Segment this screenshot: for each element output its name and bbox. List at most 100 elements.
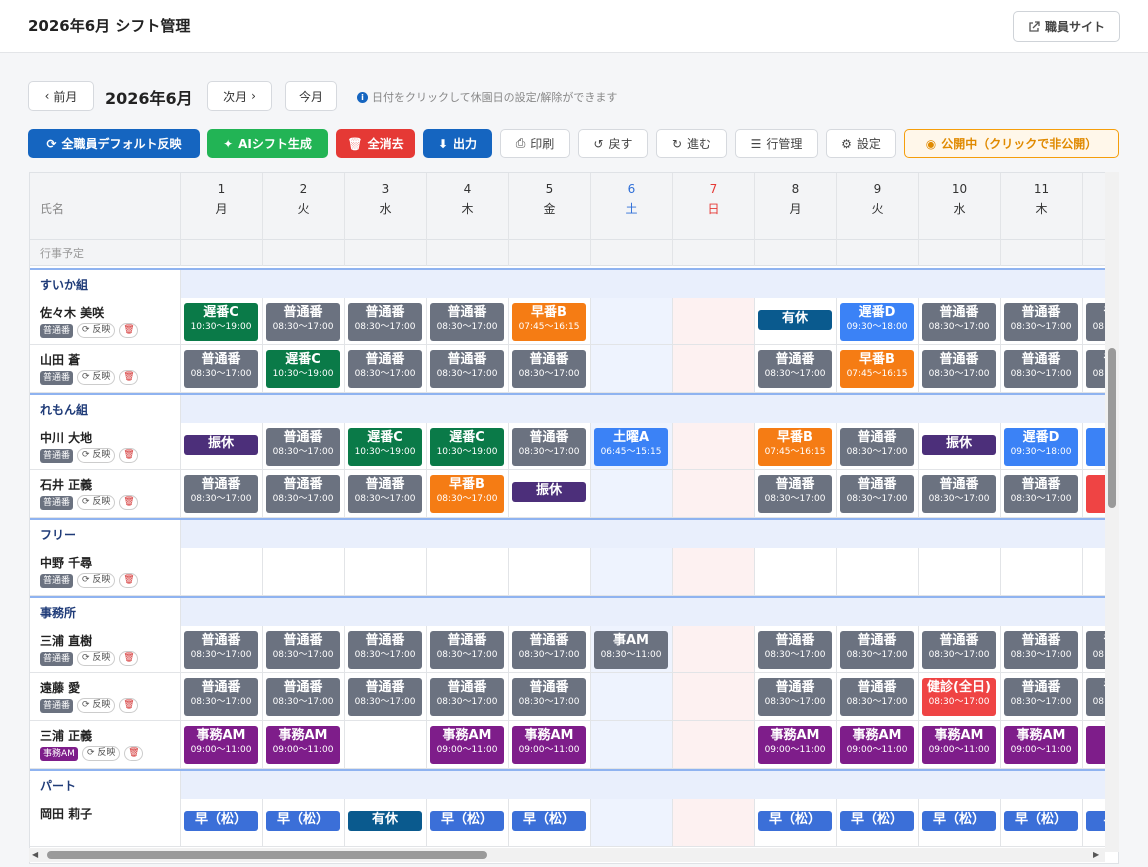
shift-cell[interactable]: 普通番 08:30〜17:00: [263, 673, 345, 720]
shift-cell[interactable]: 普通番 08:30〜17:00: [345, 673, 427, 720]
shift-cell[interactable]: 普通番 08:30〜17:00: [181, 673, 263, 720]
shift-chip[interactable]: 事務AM 09:00〜11:00: [512, 726, 586, 764]
shift-chip[interactable]: 普通番 08:30〜17:00: [922, 475, 996, 513]
default-shift-tag[interactable]: 普通番: [40, 495, 74, 510]
shift-cell[interactable]: 事務AM 09:00〜11:00: [181, 721, 263, 768]
shift-cell[interactable]: [673, 423, 755, 469]
shift-cell[interactable]: 事務AM 09:00〜11:00: [837, 721, 919, 768]
shift-chip[interactable]: 有休: [758, 310, 832, 330]
shift-chip[interactable]: 事務AM 09:00〜11:00: [430, 726, 504, 764]
shift-cell[interactable]: 普通番 08:30〜17:00: [509, 423, 591, 469]
shift-chip[interactable]: 早（松）: [512, 811, 586, 831]
shift-chip[interactable]: 普通番 08:30〜17:00: [430, 678, 504, 716]
shift-chip[interactable]: 普通番 08:30〜17:00: [1004, 475, 1078, 513]
shift-chip[interactable]: 土曜A 06:45〜15:15: [594, 428, 668, 466]
shift-cell[interactable]: 普通番 08:30〜17:00: [509, 673, 591, 720]
shift-cell[interactable]: 普通番 08:30〜17:00: [263, 423, 345, 469]
day-header-6[interactable]: 6土: [591, 173, 673, 240]
shift-cell[interactable]: 有休: [345, 799, 427, 846]
shift-cell[interactable]: 遅番C 10:30〜19:00: [427, 423, 509, 469]
shift-chip[interactable]: 遅番C 10:30〜19:00: [348, 428, 422, 466]
shift-chip[interactable]: 普通番 08:30〜17:00: [430, 303, 504, 341]
vertical-scrollbar[interactable]: [1105, 172, 1119, 852]
row-manage-button[interactable]: ☰ 行管理: [735, 129, 818, 158]
event-cell[interactable]: [837, 240, 919, 266]
reflect-button[interactable]: ⟳ 反映: [77, 698, 116, 713]
shift-chip[interactable]: 普通番 08:30〜17:00: [266, 303, 340, 341]
publish-toggle-button[interactable]: ◉ 公開中（クリックで非公開）: [904, 129, 1119, 158]
shift-chip[interactable]: 早番B 07:45〜16:15: [758, 428, 832, 466]
delete-row-button[interactable]: 🗑: [119, 495, 139, 510]
shift-cell[interactable]: 普通番 08:30〜17:00: [345, 345, 427, 392]
shift-chip[interactable]: 普通番 08:30〜17:00: [348, 303, 422, 341]
shift-cell[interactable]: 普通番 08:30〜17:00: [181, 626, 263, 672]
staff-site-button[interactable]: 職員サイト: [1013, 11, 1120, 42]
shift-chip[interactable]: 早番B 08:30〜17:00: [430, 475, 504, 513]
shift-cell[interactable]: 早（松）: [837, 799, 919, 846]
shift-chip[interactable]: 普通番 08:30〜17:00: [266, 475, 340, 513]
shift-cell[interactable]: 普通番 08:30〜17:00: [181, 345, 263, 392]
shift-chip[interactable]: 普通番 08:30〜17:00: [184, 631, 258, 669]
shift-cell[interactable]: 早（松）: [1001, 799, 1083, 846]
next-month-button[interactable]: 次月 ›: [207, 81, 272, 111]
shift-cell[interactable]: [591, 298, 673, 344]
shift-cell[interactable]: 事務AM 09:00〜11:00: [427, 721, 509, 768]
delete-row-button[interactable]: 🗑: [119, 573, 139, 588]
shift-cell[interactable]: [591, 548, 673, 595]
shift-cell[interactable]: [673, 626, 755, 672]
reflect-button[interactable]: ⟳ 反映: [77, 448, 116, 463]
shift-chip[interactable]: 普通番 08:30〜17:00: [840, 631, 914, 669]
default-shift-tag[interactable]: 普通番: [40, 573, 74, 588]
shift-cell[interactable]: 事務AM 09:00〜11:00: [755, 721, 837, 768]
shift-cell[interactable]: 普通番 08:30〜17:00: [263, 298, 345, 344]
shift-cell[interactable]: 早（松）: [181, 799, 263, 846]
reflect-button[interactable]: ⟳ 反映: [77, 573, 116, 588]
shift-cell[interactable]: [673, 298, 755, 344]
day-header-7[interactable]: 7日: [673, 173, 755, 240]
shift-cell[interactable]: 振休: [919, 423, 1001, 469]
shift-chip[interactable]: 早（松）: [266, 811, 340, 831]
vertical-scroll-thumb[interactable]: [1108, 348, 1116, 508]
shift-cell[interactable]: 事務AM 09:00〜11:00: [1001, 721, 1083, 768]
shift-chip[interactable]: 普通番 08:30〜17:00: [348, 678, 422, 716]
shift-chip[interactable]: 早（松）: [430, 811, 504, 831]
horizontal-scroll-thumb[interactable]: [47, 851, 487, 859]
shift-chip[interactable]: 早（松）: [922, 811, 996, 831]
shift-chip[interactable]: 早番B 07:45〜16:15: [840, 350, 914, 388]
shift-cell[interactable]: [263, 548, 345, 595]
shift-chip[interactable]: 普通番 08:30〜17:00: [430, 631, 504, 669]
shift-chip[interactable]: 事務AM 09:00〜11:00: [922, 726, 996, 764]
shift-cell[interactable]: 普通番 08:30〜17:00: [509, 626, 591, 672]
reflect-button[interactable]: ⟳ 反映: [77, 323, 116, 338]
shift-chip[interactable]: 普通番 08:30〜17:00: [512, 428, 586, 466]
shift-chip[interactable]: 遅番D 09:30〜18:00: [1004, 428, 1078, 466]
shift-cell[interactable]: 普通番 08:30〜17:00: [755, 470, 837, 517]
shift-chip[interactable]: 早番B 07:45〜16:15: [512, 303, 586, 341]
shift-chip[interactable]: 普通番 08:30〜17:00: [266, 678, 340, 716]
shift-cell[interactable]: [755, 548, 837, 595]
event-cell[interactable]: [755, 240, 837, 266]
shift-chip[interactable]: 事務AM 09:00〜11:00: [184, 726, 258, 764]
export-button[interactable]: ⬇ 出力: [423, 129, 492, 158]
shift-cell[interactable]: [345, 548, 427, 595]
shift-cell[interactable]: [591, 470, 673, 517]
delete-row-button[interactable]: 🗑: [119, 323, 139, 338]
shift-chip[interactable]: 普通番 08:30〜17:00: [922, 350, 996, 388]
day-header-5[interactable]: 5金: [509, 173, 591, 240]
print-button[interactable]: ⎙ 印刷: [500, 129, 570, 158]
shift-cell[interactable]: 普通番 08:30〜17:00: [837, 423, 919, 469]
shift-chip[interactable]: 普通番 08:30〜17:00: [1004, 303, 1078, 341]
shift-chip[interactable]: 普通番 08:30〜17:00: [512, 631, 586, 669]
shift-cell[interactable]: 普通番 08:30〜17:00: [919, 345, 1001, 392]
prev-month-button[interactable]: ‹ 前月: [28, 81, 94, 111]
shift-cell[interactable]: 健診(全日) 08:30〜17:00: [919, 673, 1001, 720]
shift-chip[interactable]: 振休: [512, 482, 586, 502]
default-shift-tag[interactable]: 普通番: [40, 651, 74, 666]
default-shift-tag[interactable]: 普通番: [40, 370, 74, 385]
shift-cell[interactable]: 普通番 08:30〜17:00: [509, 345, 591, 392]
shift-cell[interactable]: [181, 548, 263, 595]
shift-chip[interactable]: 普通番 08:30〜17:00: [1004, 678, 1078, 716]
shift-cell[interactable]: 振休: [509, 470, 591, 517]
shift-cell[interactable]: [591, 345, 673, 392]
shift-cell[interactable]: 早（松）: [263, 799, 345, 846]
